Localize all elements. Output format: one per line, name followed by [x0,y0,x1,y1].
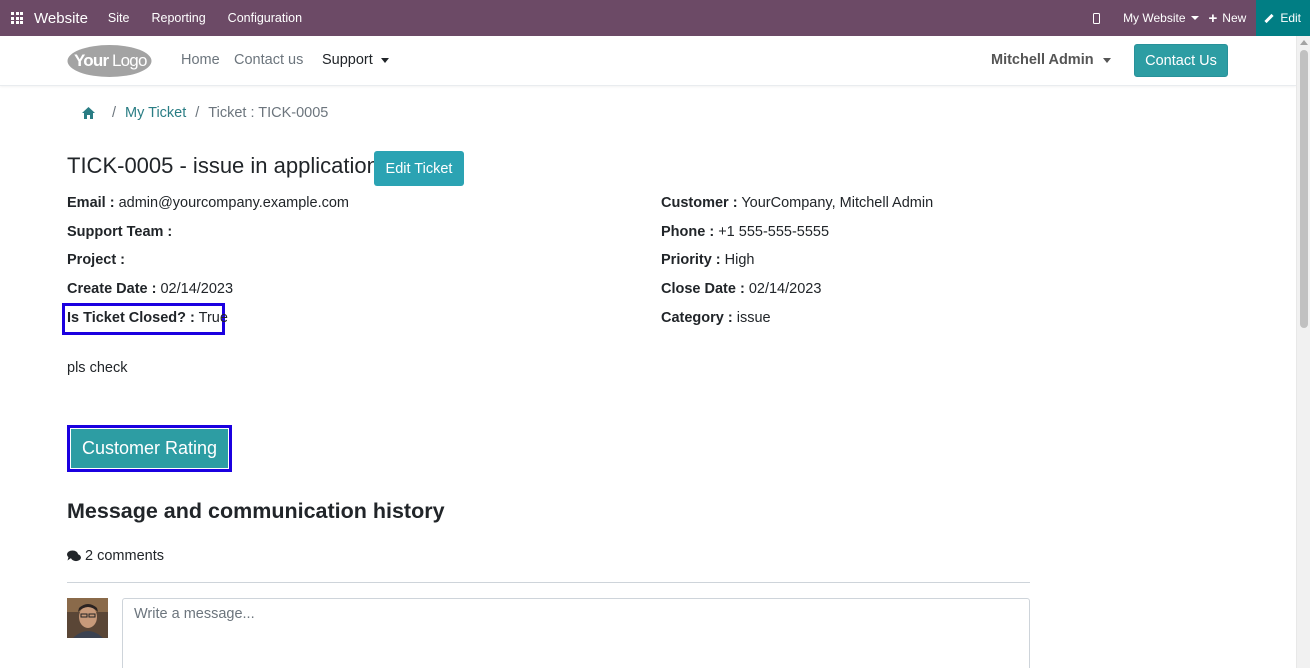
field-category: Category : issue [661,310,771,326]
edit-ticket-button[interactable]: Edit Ticket [374,151,464,186]
field-value: YourCompany, Mitchell Admin [737,195,934,211]
field-email: Email : admin@yourcompany.example.com [67,195,349,211]
page-title: TICK-0005 - issue in application [67,153,379,178]
menu-configuration[interactable]: Configuration [228,11,302,25]
avatar [67,598,108,638]
field-value: issue [732,310,771,326]
history-heading: Message and communication history [67,499,445,523]
breadcrumb-separator: / [195,105,200,121]
home-icon[interactable] [82,107,95,119]
field-label: Category : [661,310,733,326]
nav-support-dropdown[interactable]: Support [322,52,389,68]
user-menu[interactable]: Mitchell Admin [991,52,1111,68]
field-is-ticket-closed: Is Ticket Closed? : True [67,310,228,326]
edit-button[interactable]: Edit [1256,0,1310,36]
mobile-preview-button[interactable] [1093,12,1113,24]
field-customer: Customer : YourCompany, Mitchell Admin [661,195,933,211]
nav-support-label: Support [322,52,373,68]
field-value: 02/14/2023 [744,281,822,297]
scroll-thumb[interactable] [1300,50,1308,328]
field-close-date: Close Date : 02/14/2023 [661,281,821,297]
customer-rating-highlight: Customer Rating [67,425,232,472]
site-logo[interactable]: Your Logo [66,43,153,79]
new-label: New [1222,11,1247,25]
site-navbar: Your Logo Home Contact us Support Mitche… [0,36,1296,86]
field-support-team: Support Team : [67,224,172,240]
pencil-icon [1264,13,1274,23]
nav-home[interactable]: Home [181,52,220,68]
edit-label: Edit [1280,11,1301,25]
website-switcher[interactable]: My Website [1123,11,1199,25]
message-input[interactable]: Write a message... [122,598,1030,668]
breadcrumb-my-ticket[interactable]: My Ticket [125,105,186,121]
contact-us-button[interactable]: Contact Us [1134,44,1228,77]
field-project: Project : [67,252,125,268]
caret-down-icon [1190,16,1199,20]
field-create-date: Create Date : 02/14/2023 [67,281,233,297]
field-label: Create Date : [67,281,157,297]
comments-count: 2 comments [67,548,164,564]
field-priority: Priority : High [661,252,754,268]
field-value: admin@yourcompany.example.com [114,195,350,211]
nav-contact-us[interactable]: Contact us [234,52,303,68]
comments-icon [67,550,81,562]
divider [67,582,1030,583]
field-label: Phone : [661,224,715,240]
breadcrumb: / My Ticket / Ticket : TICK-0005 [82,105,328,121]
menu-reporting[interactable]: Reporting [151,11,205,25]
apps-menu-icon[interactable] [0,0,34,36]
caret-down-icon [1102,57,1111,63]
admin-bar: Website Site Reporting Configuration My … [0,0,1310,36]
field-label: Customer : [661,195,738,211]
field-label: Priority : [661,252,721,268]
plus-icon: + [1208,9,1218,27]
field-label: Is Ticket Closed? : [67,310,195,326]
breadcrumb-separator: / [112,105,117,121]
field-label: Email : [67,195,115,211]
scrollbar[interactable] [1296,36,1310,668]
breadcrumb-current: Ticket : TICK-0005 [208,105,329,121]
customer-rating-button[interactable]: Customer Rating [71,429,228,468]
field-label: Close Date : [661,281,745,297]
svg-text:Logo: Logo [112,51,147,70]
svg-text:Your: Your [74,51,109,70]
caret-down-icon [380,57,389,63]
user-name: Mitchell Admin [991,52,1094,68]
menu-site[interactable]: Site [108,11,130,25]
scroll-up-arrow-icon[interactable] [1300,40,1308,45]
field-value: +1 555-555-5555 [714,224,830,240]
field-value: High [720,252,755,268]
new-button[interactable]: + New [1209,11,1247,26]
website-switcher-label: My Website [1123,11,1186,25]
ticket-description: pls check [67,360,128,376]
mobile-icon [1093,12,1101,24]
comments-count-label: 2 comments [85,548,164,564]
field-label: Project : [67,252,126,268]
app-brand[interactable]: Website [34,10,88,27]
field-value: 02/14/2023 [156,281,234,297]
field-phone: Phone : +1 555-555-5555 [661,224,829,240]
field-value: True [194,310,228,326]
field-label: Support Team : [67,224,173,240]
